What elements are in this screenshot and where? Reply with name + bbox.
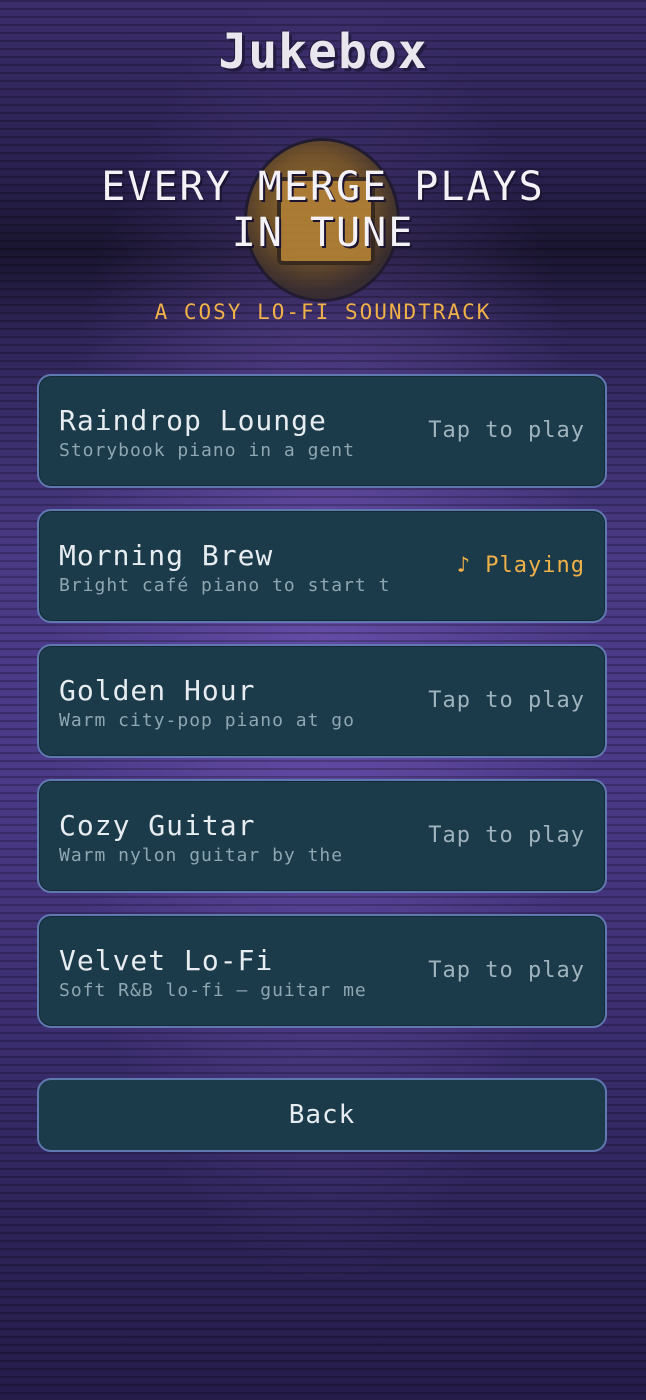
- track-card-morning-brew[interactable]: Morning Brew Bright café piano to start …: [37, 509, 607, 623]
- track-description: Soft R&B lo-fi — guitar me: [59, 980, 367, 1001]
- page-title: Jukebox: [218, 24, 428, 80]
- hero-subheadline: A COSY LO-FI SOUNDTRACK: [154, 300, 492, 324]
- track-play-status[interactable]: Tap to play: [428, 418, 585, 443]
- track-play-status[interactable]: Tap to play: [428, 823, 585, 848]
- track-description: Warm city-pop piano at go: [59, 710, 355, 731]
- track-name: Golden Hour: [59, 674, 256, 707]
- track-card-velvet-lo-fi[interactable]: Velvet Lo-Fi Soft R&B lo-fi — guitar me …: [37, 914, 607, 1028]
- hero-headline-line2: IN TUNE: [231, 210, 415, 256]
- track-card-golden-hour[interactable]: Golden Hour Warm city-pop piano at go Ta…: [37, 644, 607, 758]
- track-name: Velvet Lo-Fi: [59, 944, 274, 977]
- hero-headline-line1: EVERY MERGE PLAYS: [101, 164, 545, 210]
- track-description: Warm nylon guitar by the: [59, 845, 344, 866]
- track-name: Cozy Guitar: [59, 809, 256, 842]
- track-description: Bright café piano to start t: [59, 575, 391, 596]
- track-play-status[interactable]: ♪ Playing: [457, 553, 585, 578]
- track-play-status[interactable]: Tap to play: [428, 958, 585, 983]
- track-name: Raindrop Lounge: [59, 404, 327, 437]
- track-card-cozy-guitar[interactable]: Cozy Guitar Warm nylon guitar by the Tap…: [37, 779, 607, 893]
- track-name: Morning Brew: [59, 539, 274, 572]
- back-button[interactable]: Back: [37, 1078, 607, 1152]
- track-card-raindrop-lounge[interactable]: Raindrop Lounge Storybook piano in a gen…: [37, 374, 607, 488]
- track-play-status[interactable]: Tap to play: [428, 688, 585, 713]
- hero-headline: EVERY MERGE PLAYS IN TUNE: [0, 164, 646, 256]
- track-description: Storybook piano in a gent: [59, 440, 355, 461]
